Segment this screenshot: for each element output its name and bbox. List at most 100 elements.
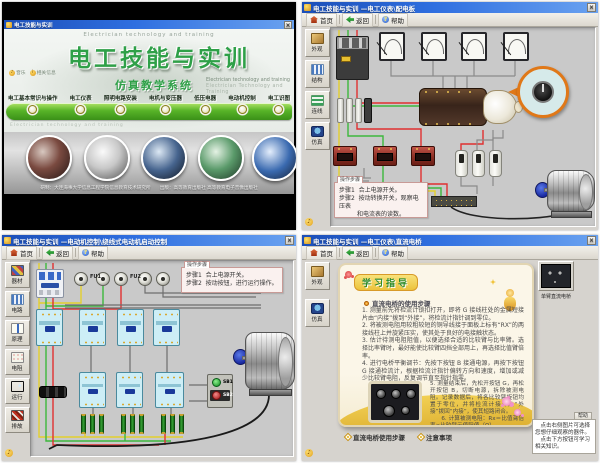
menu-item-basics[interactable]: 电工基本常识与操作 [8,94,58,114]
back-button[interactable]: 返回 [42,246,73,260]
sidebar-structure-button[interactable]: 结构 [305,60,330,88]
bridge-knob [376,389,386,399]
component-thumbnail[interactable] [538,261,574,291]
music-toggle-icon[interactable]: ♪ [5,449,13,457]
panel-motor-control-sim: 电工技能与实训 —电动机控制\绕线式电动机启动控制 × 首页 返回 ?帮助 器材… [2,235,296,461]
guide-body-top: 1. 测量前先将检流计锁扣打开，即将 G 接线柱处的金属短接片由“内接”拨到“外… [362,307,524,383]
title-bar[interactable]: 电工技能与实训 —电工仪表\配电板 × [302,2,598,13]
fuse-tube-3[interactable] [355,98,362,123]
splash-content: Electrician technology and training ♪ 音乐… [4,29,294,132]
menu-item-instruments[interactable]: 电工仪表 [70,94,92,114]
circuit-icon [11,294,24,305]
home-button[interactable]: 首页 [6,246,37,260]
current-transformer-3 [411,146,435,166]
menu-item-drawings[interactable]: 电工识图 [268,94,290,114]
menu-item-motors-transformers[interactable]: 电机与变压器 [149,94,182,114]
back-button[interactable]: 返回 [342,13,373,27]
help-button[interactable]: ?帮助 [78,246,108,260]
home-icon [310,249,318,256]
help-button[interactable]: ?帮助 [378,246,408,260]
start-button[interactable] [212,378,221,387]
music-label: 音乐 [16,69,26,76]
sidebar-simulation-button[interactable]: 仿真 [305,122,330,150]
menu-bullet-icon[interactable] [238,105,247,114]
link-usage-steps[interactable]: 直流电桥使用步骤 [346,432,405,442]
link-precautions[interactable]: 注意事项 [419,432,452,442]
menu-bullet-icon[interactable] [76,105,85,114]
pink-flower-icon [502,397,511,406]
fuse-tube-1[interactable] [337,98,344,123]
terminal-strip [431,196,477,207]
screw-fuse-3[interactable] [114,272,128,286]
steps-text: 步骤1 合上电源开关。 步骤2 按动转换开关，观察电压表 和电流表的读数。 [335,183,427,221]
sidebar-troubleshoot-button[interactable]: 排故 [5,407,30,433]
home-icon [10,249,18,256]
footer-english: Electrician technology and training [10,123,124,128]
help-button[interactable]: ?帮助 [378,13,408,27]
menu-item-lv-apparatus[interactable]: 低压电器 [194,94,216,114]
menu-bullet-icon[interactable] [116,105,125,114]
fuse-label-fu1: FU1 [90,274,101,280]
selector-knob[interactable] [532,81,554,103]
close-button[interactable]: × [285,236,294,245]
steps-tab: 操作步骤 [337,176,363,183]
sidebar-equipment-button[interactable]: 器材 [5,262,30,288]
screw-fuse-1[interactable] [74,272,88,286]
fuse-link-2[interactable] [472,150,485,177]
stop-button[interactable] [212,391,221,400]
back-arrow-icon [346,16,354,23]
app-icon [4,237,11,244]
sparkle-icon [490,279,496,285]
toolbar-separator [75,248,76,257]
breaker-handle[interactable] [41,283,59,288]
back-arrow-icon [46,249,54,256]
title-bar[interactable]: 电工技能与实训 —电动机控制\绕线式电动机启动控制 × [2,235,296,246]
operation-steps-box: 操作步骤 步骤1 合上电源开关。 步骤2 按动转换开关，观察电压表 和电流表的读… [334,182,428,218]
sidebar-wiring-button[interactable]: 连线 [305,91,330,119]
sidebar-appearance-button[interactable]: 外观 [305,262,330,290]
zoom-callout [517,66,569,118]
help-icon: ? [382,16,389,23]
sidebar-run-button[interactable]: 运行 [5,378,30,404]
music-toggle[interactable]: ♪ 音乐 [9,69,26,76]
close-button[interactable]: × [587,236,596,245]
menu-item-motor-control[interactable]: 电动机控制 [228,94,256,114]
menu-bullet-icon[interactable] [28,105,37,114]
panel-splash-screen: 电工技能与实训 × Electrician technology and tra… [2,2,296,230]
guide-card: 学习指导 直流电桥的使用步骤 1. 测量前先将检流计锁扣打开，即将 G 接线柱处… [338,263,534,427]
menu-bullet-icon[interactable] [161,105,170,114]
stop-label: SB2 [223,393,233,398]
back-button[interactable]: 返回 [342,246,373,260]
circuit-breaker[interactable] [36,269,64,298]
sidebar-circuit-button[interactable]: 电路 [5,291,30,317]
sidebar-appearance-button[interactable]: 外观 [305,29,330,57]
simulation-board: FU1 FU2 SB1 SB2 [30,260,294,457]
main-switch[interactable] [336,36,369,80]
close-button[interactable]: × [587,3,596,12]
fuse-link-1[interactable] [455,150,468,177]
sidebar-resistor-button[interactable]: 电阻 [5,349,30,375]
fuse-link-3[interactable] [489,150,502,177]
bridge-knob [401,406,410,415]
home-button[interactable]: 首页 [306,246,337,260]
sidebar-principle-button[interactable]: 原理 [5,320,30,346]
menu-item-lighting[interactable]: 照明电路安装 [104,94,137,114]
tools-icon [11,410,24,421]
music-toggle-icon[interactable]: ♪ [305,218,313,226]
motor-base [249,389,292,396]
title-bar[interactable]: 电工技能与实训 —电工仪表\直流电桥 × [302,235,598,246]
menu-bullet-icon[interactable] [274,105,283,114]
title-bar[interactable]: 电工技能与实训 × [4,20,294,29]
contactor-5 [79,372,106,408]
fuse-tube-2[interactable] [346,98,353,123]
photo-motor [198,135,244,181]
close-button[interactable]: × [284,21,292,29]
home-button[interactable]: 首页 [306,13,337,27]
main-menu: 电工基本常识与操作 电工仪表 照明电路安装 电机与变压器 低压电器 电动机控制 … [8,94,290,114]
module-sidebar: 外观 仿真 [304,262,330,327]
sidebar-simulation-button[interactable]: 仿真 [305,299,330,327]
music-toggle-icon[interactable]: ♪ [305,449,313,457]
screw-fuse-5[interactable] [156,272,170,286]
menu-bullet-icon[interactable] [201,105,210,114]
switch-handle[interactable] [341,56,351,62]
